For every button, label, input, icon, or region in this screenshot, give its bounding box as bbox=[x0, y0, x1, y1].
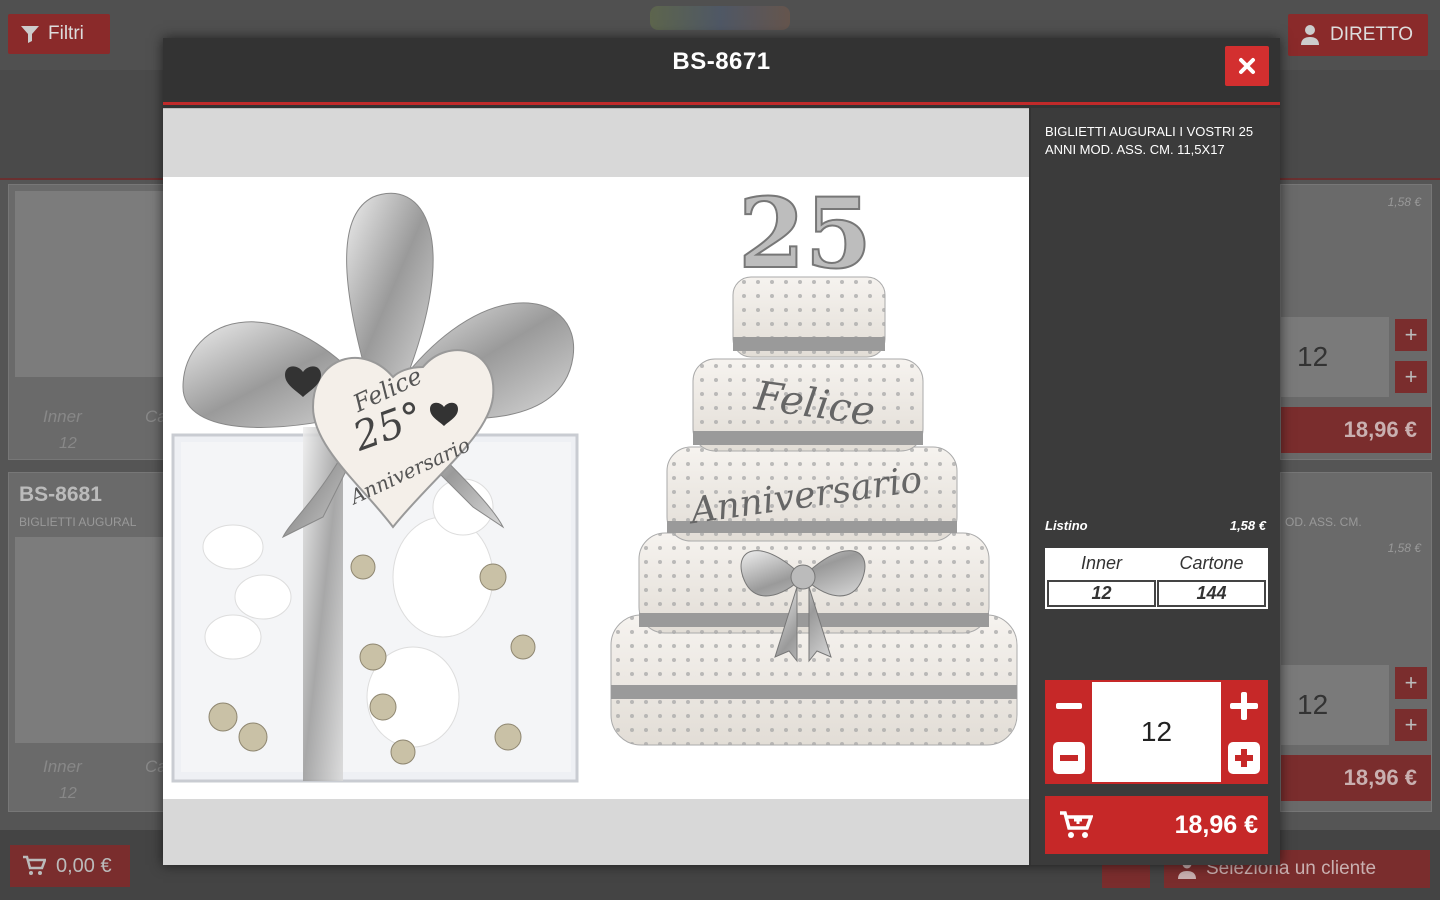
plus-icon bbox=[1230, 692, 1258, 720]
cart-total: 0,00 € bbox=[56, 854, 112, 877]
app-logo bbox=[650, 6, 790, 30]
product-description: BIGLIETTI AUGURALI I VOSTRI 25 ANNI MOD.… bbox=[1045, 124, 1254, 157]
product-card[interactable]: 1,58 € 12 + + 18,96 € bbox=[1280, 184, 1432, 460]
user-icon bbox=[1301, 25, 1319, 45]
inner-header: Inner bbox=[1080, 553, 1123, 573]
product-side-panel: BIGLIETTI AUGURALI I VOSTRI 25 ANNI MOD.… bbox=[1031, 108, 1280, 865]
increment-button[interactable]: + bbox=[1395, 319, 1427, 351]
product-thumbnail bbox=[15, 537, 163, 743]
increment-button[interactable]: + bbox=[1395, 361, 1427, 393]
product-thumbnail bbox=[15, 191, 163, 377]
product-detail-modal: BS-8671 Felice 25° Anniversario 25 Felic… bbox=[163, 38, 1280, 865]
product-illustration: Felice 25° Anniversario 25 Felice Annive… bbox=[171, 176, 1018, 783]
increment-button[interactable]: + bbox=[1395, 709, 1427, 741]
product-code: BS-8681 bbox=[19, 483, 102, 506]
decrement-button[interactable] bbox=[1047, 680, 1091, 732]
quantity-field[interactable]: 12 bbox=[1281, 665, 1389, 745]
modal-header: BS-8671 bbox=[163, 38, 1280, 105]
inner-label: Inner bbox=[43, 407, 82, 426]
product-card[interactable]: BS-8681 BIGLIETTI AUGURAL Inner Ca 12 bbox=[8, 472, 168, 812]
inner-value: 12 bbox=[59, 785, 77, 802]
cart-icon bbox=[23, 855, 46, 875]
quantity-stepper: 12 bbox=[1045, 680, 1268, 784]
cart-button[interactable]: 0,00 € bbox=[10, 845, 130, 887]
cake-topper-number: 25 bbox=[738, 177, 872, 290]
decrement-box-button[interactable] bbox=[1047, 732, 1091, 784]
inner-label: Inner bbox=[43, 757, 82, 776]
product-description: OD. ASS. CM. bbox=[1285, 515, 1362, 529]
minus-square-icon bbox=[1053, 742, 1085, 774]
cake-illustration: 25 Felice Anniversario bbox=[610, 176, 1018, 746]
cartone-header: Cartone bbox=[1179, 553, 1244, 573]
inner-value: 12 bbox=[59, 435, 77, 452]
gift-box-illustration: Felice 25° Anniversario bbox=[171, 192, 579, 783]
filter-icon bbox=[21, 26, 39, 43]
close-icon bbox=[1239, 58, 1255, 74]
plus-square-icon bbox=[1228, 742, 1260, 774]
product-card[interactable]: Inner Ca 12 bbox=[8, 184, 168, 460]
modal-title: BS-8671 bbox=[672, 48, 771, 75]
minus-icon bbox=[1056, 703, 1082, 709]
product-card[interactable]: OD. ASS. CM. 1,58 € 12 + + 18,96 € bbox=[1280, 472, 1432, 812]
direct-label: DIRETTO bbox=[1330, 24, 1414, 45]
price-small: 1,58 € bbox=[1387, 195, 1421, 209]
add-to-cart-button[interactable]: 18,96 € bbox=[1045, 796, 1268, 854]
inner-value: 12 bbox=[1047, 580, 1156, 607]
listino-price: 1,58 € bbox=[1229, 518, 1266, 533]
increment-box-button[interactable] bbox=[1222, 732, 1266, 784]
image-panel: Felice 25° Anniversario 25 Felice Annive… bbox=[163, 108, 1029, 865]
quantity-input[interactable]: 12 bbox=[1092, 682, 1221, 782]
close-button[interactable] bbox=[1225, 46, 1269, 86]
price-small: 1,58 € bbox=[1387, 541, 1421, 555]
product-image: Felice 25° Anniversario 25 Felice Annive… bbox=[163, 176, 1029, 799]
filter-label: Filtri bbox=[48, 23, 84, 44]
card-total[interactable]: 18,96 € bbox=[1281, 407, 1431, 453]
card-total[interactable]: 18,96 € bbox=[1281, 755, 1431, 801]
increment-button[interactable] bbox=[1222, 680, 1266, 732]
direct-button[interactable]: DIRETTO bbox=[1288, 14, 1428, 56]
cart-plus-icon bbox=[1060, 811, 1093, 838]
quantity-field[interactable]: 12 bbox=[1281, 317, 1389, 397]
packaging-table: Inner Cartone 12 144 bbox=[1045, 548, 1268, 609]
increment-button[interactable]: + bbox=[1395, 667, 1427, 699]
filter-button[interactable]: Filtri bbox=[8, 14, 110, 54]
listino-label: Listino bbox=[1045, 518, 1088, 533]
cart-total-value: 18,96 € bbox=[1174, 810, 1258, 839]
cartone-value: 144 bbox=[1157, 580, 1266, 607]
product-description: BIGLIETTI AUGURAL bbox=[19, 515, 137, 529]
